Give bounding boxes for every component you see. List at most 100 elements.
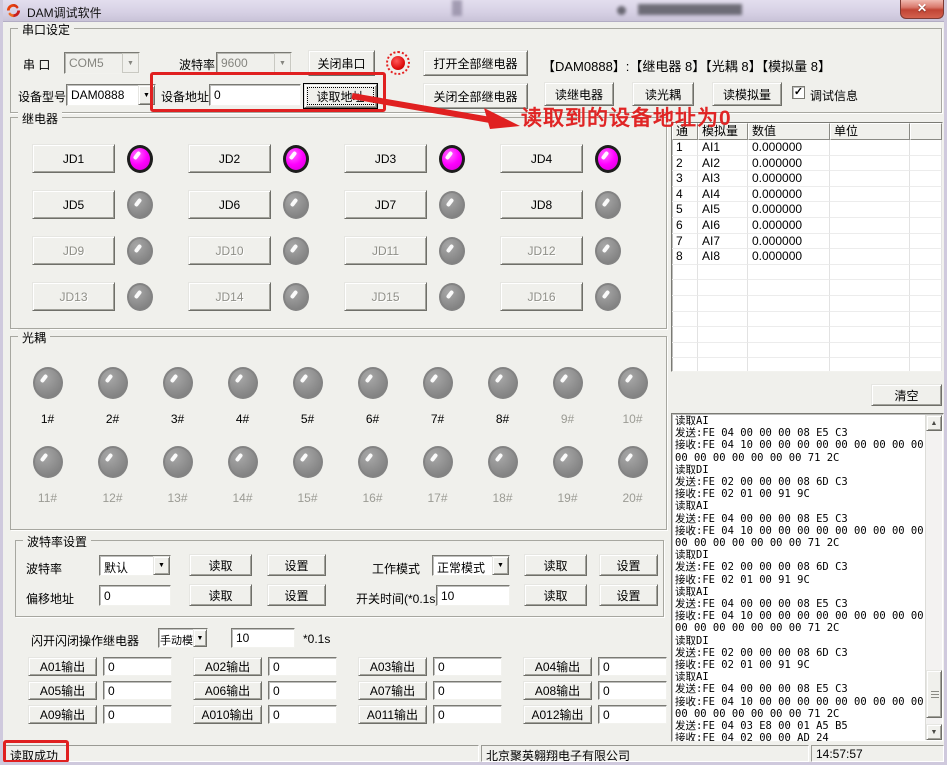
table-row[interactable] xyxy=(672,296,942,312)
scrollbar-thumb[interactable] xyxy=(926,670,942,718)
close-serial-button[interactable]: 关闭串口 xyxy=(308,50,375,76)
table-row[interactable]: 4 AI4 0.000000 xyxy=(672,187,942,203)
debug-info-checkbox[interactable]: ✓ xyxy=(792,86,805,99)
output-value-input[interactable]: 0 xyxy=(103,705,172,724)
table-row[interactable] xyxy=(672,358,942,372)
relay-button[interactable]: JD14 xyxy=(188,282,271,311)
output-button[interactable]: A06输出 xyxy=(193,681,262,700)
table-row[interactable]: 2 AI2 0.000000 xyxy=(672,156,942,172)
set-switchtime-button[interactable]: 设置 xyxy=(599,584,658,606)
output-cell: A012输出 0 xyxy=(523,705,688,724)
channel-cell: 4 xyxy=(672,187,698,203)
relay-button[interactable]: JD9 xyxy=(32,236,115,265)
table-row[interactable]: 7 AI7 0.000000 xyxy=(672,234,942,250)
close-button[interactable]: ✕ xyxy=(900,0,944,19)
output-button[interactable]: A07输出 xyxy=(358,681,427,700)
relay-button[interactable]: JD11 xyxy=(344,236,427,265)
flash-time-input[interactable]: 10 xyxy=(231,628,295,648)
set-offset-button[interactable]: 设置 xyxy=(267,584,326,606)
device-model-select[interactable]: DAM0888 ▼ xyxy=(66,84,156,106)
output-value-input[interactable]: 0 xyxy=(268,681,337,700)
column-header[interactable] xyxy=(910,123,942,140)
opto-cell: 2# xyxy=(80,367,145,426)
output-button[interactable]: A08输出 xyxy=(523,681,592,700)
unit-cell xyxy=(830,171,910,187)
output-button[interactable]: A02输出 xyxy=(193,657,262,676)
output-value-input[interactable]: 0 xyxy=(103,681,172,700)
table-row[interactable]: 6 AI6 0.000000 xyxy=(672,218,942,234)
baudrate-value: 9600 xyxy=(217,53,274,73)
baudrate-setting-select[interactable]: 默认 ▼ xyxy=(99,555,171,576)
relay-button[interactable]: JD10 xyxy=(188,236,271,265)
relay-button[interactable]: JD1 xyxy=(32,144,115,173)
output-value-input[interactable]: 0 xyxy=(433,657,502,676)
output-value-input[interactable]: 0 xyxy=(598,681,667,700)
column-header[interactable]: 数值 xyxy=(748,123,830,140)
close-all-relays-button[interactable]: 关闭全部继电器 xyxy=(423,83,528,109)
relay-button[interactable]: JD8 xyxy=(500,190,583,219)
table-row[interactable] xyxy=(672,343,942,359)
relay-button[interactable]: JD2 xyxy=(188,144,271,173)
table-row[interactable]: 8 AI8 0.000000 xyxy=(672,249,942,265)
com-port-select[interactable]: COM5 ▼ xyxy=(64,52,140,74)
output-value-input[interactable]: 0 xyxy=(598,657,667,676)
output-button[interactable]: A09输出 xyxy=(28,705,97,724)
read-workmode-button[interactable]: 读取 xyxy=(524,554,587,576)
table-row[interactable] xyxy=(672,312,942,328)
relay-button[interactable]: JD13 xyxy=(32,282,115,311)
spacer-cell xyxy=(910,343,942,359)
output-button[interactable]: A01输出 xyxy=(28,657,97,676)
device-address-input[interactable]: 0 xyxy=(209,84,301,106)
read-baud-button[interactable]: 读取 xyxy=(189,554,252,576)
scroll-up-icon[interactable]: ▲ xyxy=(926,415,942,431)
output-button[interactable]: A03输出 xyxy=(358,657,427,676)
table-row[interactable]: 1 AI1 0.000000 xyxy=(672,140,942,156)
output-value-input[interactable]: 0 xyxy=(103,657,172,676)
analog-input-table: 通 模拟量 数值 单位 1 AI1 0.000000 2 AI2 0.00 xyxy=(671,122,943,372)
output-value-input[interactable]: 0 xyxy=(268,657,337,676)
relay-button[interactable]: JD6 xyxy=(188,190,271,219)
open-all-relays-button[interactable]: 打开全部继电器 xyxy=(423,50,528,76)
output-cell: A05输出 0 xyxy=(28,681,193,700)
table-row[interactable] xyxy=(672,327,942,343)
column-header[interactable]: 单位 xyxy=(830,123,910,140)
read-offset-button[interactable]: 读取 xyxy=(189,584,252,606)
offset-address-input[interactable]: 0 xyxy=(99,585,171,606)
output-button[interactable]: A011输出 xyxy=(358,705,427,724)
relay-button[interactable]: JD16 xyxy=(500,282,583,311)
table-row[interactable] xyxy=(672,265,942,281)
flash-mode-select[interactable]: 手动模式 ▼ xyxy=(158,628,208,648)
set-workmode-button[interactable]: 设置 xyxy=(599,554,658,576)
relay-button[interactable]: JD5 xyxy=(32,190,115,219)
debug-log-box[interactable]: 读取AI 发送:FE 04 00 00 00 08 E5 C3 接收:FE 04… xyxy=(671,413,944,742)
spacer-cell xyxy=(910,187,942,203)
output-button[interactable]: A04输出 xyxy=(523,657,592,676)
output-value-input[interactable]: 0 xyxy=(433,705,502,724)
output-button[interactable]: A010输出 xyxy=(193,705,262,724)
relay-button[interactable]: JD3 xyxy=(344,144,427,173)
spacer-cell xyxy=(910,296,942,312)
output-button[interactable]: A05输出 xyxy=(28,681,97,700)
set-baud-button[interactable]: 设置 xyxy=(267,554,326,576)
output-cell: A03输出 0 xyxy=(358,657,523,676)
output-value-input[interactable]: 0 xyxy=(598,705,667,724)
table-row[interactable]: 5 AI5 0.000000 xyxy=(672,202,942,218)
relay-button[interactable]: JD7 xyxy=(344,190,427,219)
work-mode-select[interactable]: 正常模式 ▼ xyxy=(432,555,510,576)
relay-button[interactable]: JD4 xyxy=(500,144,583,173)
table-row[interactable] xyxy=(672,280,942,296)
output-value-input[interactable]: 0 xyxy=(268,705,337,724)
log-scrollbar[interactable]: ▲ ▼ xyxy=(925,415,942,740)
clear-log-button[interactable]: 清空 xyxy=(871,384,942,406)
relay-button[interactable]: JD15 xyxy=(344,282,427,311)
output-value-input[interactable]: 0 xyxy=(433,681,502,700)
baudrate-select[interactable]: 9600 ▼ xyxy=(216,52,292,74)
read-address-button[interactable]: 读取地址 xyxy=(304,84,377,108)
table-row[interactable]: 3 AI3 0.000000 xyxy=(672,171,942,187)
relay-button[interactable]: JD12 xyxy=(500,236,583,265)
read-switchtime-button[interactable]: 读取 xyxy=(524,584,587,606)
output-button[interactable]: A012输出 xyxy=(523,705,592,724)
switch-time-input[interactable]: 10 xyxy=(436,585,510,606)
scroll-down-icon[interactable]: ▼ xyxy=(926,724,942,740)
value-cell xyxy=(748,343,830,359)
